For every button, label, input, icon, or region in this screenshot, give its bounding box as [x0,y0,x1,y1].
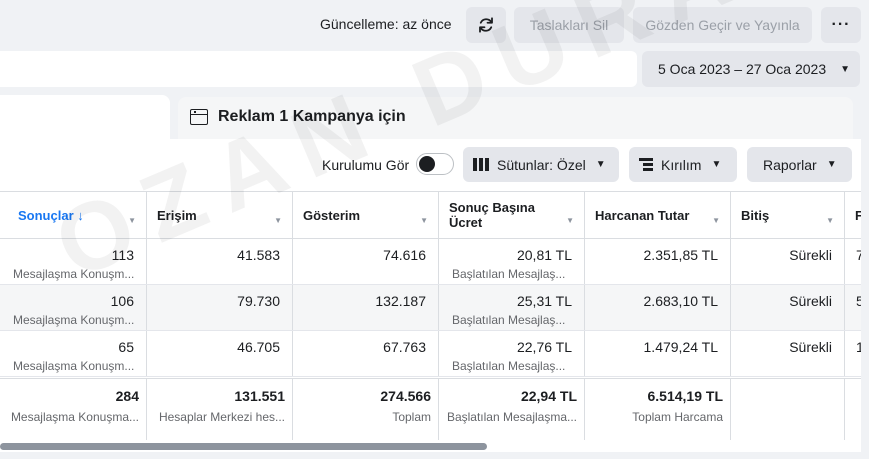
total-results: 284 [115,388,139,404]
totals-row: 284 Mesajlaşma Konuşma... 131.551 Hesapl… [0,378,861,440]
column-header-spend[interactable]: Harcanan Tutar ▼ [585,192,731,238]
cpr-value: 20,81 TL [516,247,572,263]
ad-tab[interactable]: Reklam 1 Kampanya için [178,97,853,139]
end-value: Sürekli [789,293,832,309]
results-value: 65 [118,339,134,355]
columns-icon [473,158,489,171]
refresh-button[interactable] [466,7,506,43]
columns-label: Sütunlar: Özel [497,156,586,173]
cpr-value: 25,31 TL [516,293,572,309]
horizontal-scrollbar[interactable] [0,443,487,450]
spend-value: 2.351,85 TL [643,247,718,263]
date-range-picker[interactable]: 5 Oca 2023 – 27 Oca 2023 ▼ [642,51,860,87]
results-value: 113 [111,247,134,263]
total-cpr-type: Başlatılan Mesajlaşma... [446,410,577,424]
results-type: Mesajlaşma Konuşm... [13,267,135,281]
total-impressions-type: Toplam [392,410,431,424]
table-row[interactable]: 113 Mesajlaşma Konuşm... 41.583 74.616 2… [0,239,861,285]
total-spend: 6.514,19 TL [647,388,724,404]
impressions-value: 67.763 [383,339,426,355]
tab-title: Reklam 1 Kampanya için [218,108,406,125]
top-bar: Güncelleme: az önce Taslakları Sil Gözde… [0,0,869,50]
reports-label: Raporlar [763,156,817,173]
reach-value: 41.583 [237,247,280,263]
sort-caret-icon: ▼ [826,216,834,225]
toggle-knob [419,156,435,172]
caret-down-icon: ▼ [711,159,722,170]
cpr-value: 22,76 TL [516,339,572,355]
results-type: Mesajlaşma Konuşm... [13,313,135,327]
column-header-reach[interactable]: Erişim ▼ [147,192,293,238]
setup-toggle[interactable] [416,153,454,175]
caret-down-icon: ▼ [595,159,606,170]
table-header: Sonuçlar ↓ ▼ Erişim ▼ Gösterim ▼ Sonuç B… [0,191,863,239]
sort-caret-icon: ▼ [712,216,720,225]
total-cpr: 22,94 TL [520,388,577,404]
refresh-icon [479,17,493,33]
caret-down-icon: ▼ [840,63,851,75]
setup-label: Kurulumu Gör [322,157,410,173]
results-value: 106 [110,293,134,309]
total-reach-type: Hesaplar Merkezi hes... [158,410,285,424]
end-value: Sürekli [789,247,832,263]
total-impressions: 274.566 [380,388,431,404]
reach-value: 79.730 [237,293,280,309]
breakdown-label: Kırılım [661,156,702,173]
end-value: Sürekli [789,339,832,355]
caret-down-icon: ▼ [826,159,837,170]
cpr-type: Başlatılan Mesajlaş... [452,359,566,373]
reach-value: 46.705 [237,339,280,355]
window-icon [190,109,208,125]
sort-caret-icon: ▼ [420,216,428,225]
impressions-value: 132.187 [375,293,426,309]
breakdown-icon [639,158,653,171]
column-header-results[interactable]: Sonuçlar ↓ ▼ [0,192,147,238]
total-results-type: Mesajlaşma Konuşma... [10,410,139,424]
left-tab[interactable] [0,95,170,143]
update-status: Güncelleme: az önce [320,16,452,32]
review-publish-button[interactable]: Gözden Geçir ve Yayınla [633,7,812,43]
spend-value: 2.683,10 TL [643,293,718,309]
cpr-type: Başlatılan Mesajlaş... [452,267,566,281]
sort-caret-icon: ▼ [566,216,574,225]
results-type: Mesajlaşma Konuşm... [13,359,135,373]
columns-button[interactable]: Sütunlar: Özel ▼ [463,147,619,182]
cpr-type: Başlatılan Mesajlaş... [452,313,566,327]
date-range-label: 5 Oca 2023 – 27 Oca 2023 [658,61,827,77]
column-header-extra[interactable]: F [845,192,863,238]
column-header-impressions[interactable]: Gösterim ▼ [293,192,439,238]
search-strip [0,51,637,87]
sort-caret-icon: ▼ [274,216,282,225]
impressions-value: 74.616 [383,247,426,263]
table-row[interactable]: 65 Mesajlaşma Konuşm... 46.705 67.763 22… [0,331,861,377]
spend-value: 1.479,24 TL [643,339,718,355]
delete-drafts-button[interactable]: Taslakları Sil [514,7,624,43]
more-options-button[interactable]: ··· [821,7,861,43]
column-header-end[interactable]: Bitiş ▼ [731,192,845,238]
total-reach: 131.551 [234,388,285,404]
right-gutter [861,139,869,459]
reports-button[interactable]: Raporlar ▼ [747,147,852,182]
breakdown-button[interactable]: Kırılım ▼ [629,147,737,182]
total-spend-type: Toplam Harcama [632,410,723,424]
table-row[interactable]: 106 Mesajlaşma Konuşm... 79.730 132.187 … [0,285,861,331]
column-header-cost-per-result[interactable]: Sonuç Başına Ücret ▼ [439,192,585,238]
sort-caret-icon: ▼ [128,216,136,225]
